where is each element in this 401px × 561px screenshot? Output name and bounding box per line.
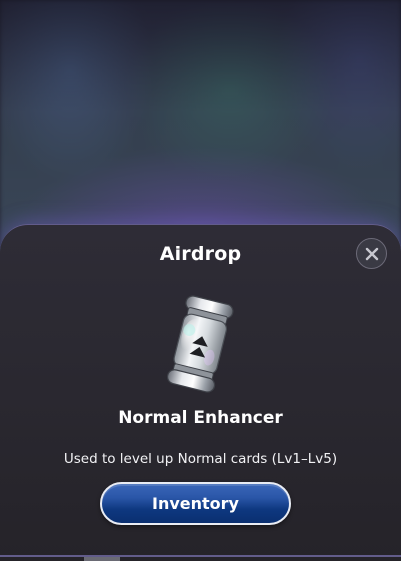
airdrop-screen: Airdrop Normal Enhancer Used to level up… xyxy=(0,0,401,561)
inventory-button[interactable]: Inventory xyxy=(100,482,291,525)
item-description: Used to level up Normal cards (Lv1–Lv5) xyxy=(63,451,338,467)
close-icon xyxy=(365,247,378,260)
close-button[interactable] xyxy=(356,238,387,269)
item-name: Normal Enhancer xyxy=(118,408,283,428)
modal-title: Airdrop xyxy=(159,243,242,265)
bottom-tab-indicator xyxy=(84,557,120,561)
sheet-bottom-divider xyxy=(0,555,401,557)
enhancer-canister-icon xyxy=(166,295,234,393)
airdrop-modal: Airdrop Normal Enhancer Used to level up… xyxy=(0,224,401,561)
